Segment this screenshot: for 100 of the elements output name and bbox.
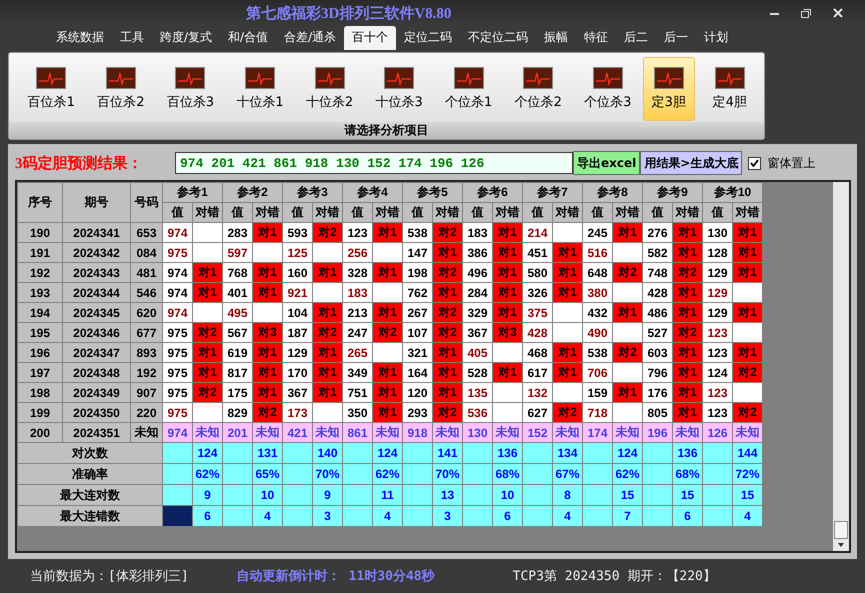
- hit-cell: 对2: [312, 222, 342, 242]
- table-cell: 196: [642, 422, 672, 442]
- table-cell: 136: [672, 442, 702, 464]
- column-header: 对错: [612, 202, 642, 222]
- selected-cell[interactable]: [162, 506, 192, 526]
- table-cell: 68%: [672, 464, 702, 484]
- table-cell: 未知: [130, 422, 162, 442]
- menu-tab[interactable]: 不定位二码: [460, 26, 536, 50]
- table-cell: 648: [582, 262, 612, 282]
- ribbon-button[interactable]: 十位杀1: [226, 57, 294, 121]
- ribbon-button[interactable]: 十位杀3: [364, 57, 434, 121]
- table-cell: 9: [192, 484, 222, 506]
- ribbon-button[interactable]: 百位杀1: [17, 57, 86, 121]
- table-cell: 2024347: [62, 342, 130, 362]
- hit-cell: 对1: [732, 302, 762, 322]
- export-button[interactable]: 导出excel: [573, 151, 640, 175]
- menu-tab[interactable]: 系统数据: [48, 26, 112, 50]
- table-cell: 67%: [552, 464, 582, 484]
- scrollbar-thumb[interactable]: [834, 521, 848, 539]
- menu-tab[interactable]: 跨度/复式: [152, 26, 220, 50]
- ribbon-button[interactable]: 百位杀3: [156, 57, 225, 121]
- checkbox[interactable]: [748, 156, 762, 170]
- hit-cell: 对1: [732, 242, 762, 262]
- table-cell: 468: [522, 342, 552, 362]
- table-cell: 193: [18, 282, 62, 302]
- table-cell: 481: [130, 262, 162, 282]
- menu-tab[interactable]: 百十个: [344, 26, 396, 50]
- ribbon-button[interactable]: 百位杀2: [86, 57, 156, 121]
- table-cell: 72%: [732, 464, 762, 484]
- hit-cell: 对1: [492, 302, 522, 322]
- menu-tab[interactable]: 合差/通杀: [276, 26, 344, 50]
- ribbon-button[interactable]: 个位杀2: [504, 57, 572, 121]
- table-cell: 817: [222, 362, 252, 382]
- table-cell: 329: [462, 302, 492, 322]
- column-header: 值: [642, 202, 672, 222]
- table-cell: 084: [130, 242, 162, 262]
- table-cell: 974: [162, 422, 192, 442]
- column-header: 参考9: [642, 182, 702, 202]
- ribbon-button[interactable]: 个位杀1: [434, 57, 503, 121]
- menu-tab[interactable]: 后二: [616, 26, 656, 50]
- table-cell: 975: [162, 382, 192, 402]
- menu-tab[interactable]: 定位二码: [396, 26, 460, 50]
- hit-cell: 对2: [432, 402, 462, 422]
- hit-cell: 对1: [732, 222, 762, 242]
- ribbon-button[interactable]: 十位杀2: [295, 57, 364, 121]
- table-cell: 546: [130, 282, 162, 302]
- hit-cell: 对1: [432, 382, 462, 402]
- hit-cell: 对1: [672, 222, 702, 242]
- table-cell: 350: [342, 402, 372, 422]
- column-header: 对错: [492, 202, 522, 222]
- table-cell: 975: [162, 342, 192, 362]
- ribbon-button[interactable]: 个位杀3: [574, 57, 642, 121]
- restore-icon[interactable]: [801, 8, 811, 18]
- table-cell: 15: [732, 484, 762, 506]
- hit-cell: 对2: [432, 262, 462, 282]
- table-cell: 175: [222, 382, 252, 402]
- menu-tab[interactable]: 计划: [696, 26, 736, 50]
- ribbon-button[interactable]: 定3胆: [643, 57, 694, 121]
- scrollbar[interactable]: [833, 182, 849, 551]
- scroll-down-icon[interactable]: [837, 541, 845, 549]
- table-cell: 538: [582, 342, 612, 362]
- hit-cell: 对1: [312, 382, 342, 402]
- table-cell: 796: [642, 362, 672, 382]
- window-title: 第七感福彩3D排列三软件V8.80: [246, 4, 452, 22]
- pulse-chart-icon: [36, 67, 66, 89]
- hit-cell: 对2: [372, 322, 402, 342]
- hit-cell: 对1: [192, 262, 222, 282]
- close-icon[interactable]: [833, 8, 843, 18]
- result-field[interactable]: 974 201 421 861 918 130 152 174 196 126: [175, 152, 573, 174]
- hit-cell: 对1: [252, 382, 282, 402]
- menu-tab[interactable]: 振幅: [536, 26, 576, 50]
- hit-cell: 对1: [372, 382, 402, 402]
- table-cell: 762: [402, 282, 432, 302]
- result-label: 3码定胆预测结果：: [15, 154, 144, 172]
- hit-cell: 对1: [312, 362, 342, 382]
- menu-tab[interactable]: 特征: [576, 26, 616, 50]
- table-cell: 283: [222, 222, 252, 242]
- column-header: 值: [342, 202, 372, 222]
- menu-tab[interactable]: 后一: [656, 26, 696, 50]
- table-cell: 293: [402, 402, 432, 422]
- column-header: 参考4: [342, 182, 402, 202]
- hit-cell: 对2: [252, 402, 282, 422]
- menu-tab[interactable]: 和/合值: [220, 26, 276, 50]
- table-cell: 496: [462, 262, 492, 282]
- table-cell: 6: [492, 506, 522, 526]
- hit-cell: 对1: [492, 242, 522, 262]
- ribbon-button[interactable]: 定4胆: [696, 57, 764, 121]
- hit-cell: 对1: [672, 242, 702, 262]
- table-cell: 975: [162, 402, 192, 422]
- hit-cell: 对1: [492, 282, 522, 302]
- minimize-icon[interactable]: [770, 12, 779, 14]
- table-cell: 15: [672, 484, 702, 506]
- table-cell: 619: [222, 342, 252, 362]
- generate-button[interactable]: 用结果>生成大底: [640, 151, 742, 175]
- column-header: 对错: [192, 202, 222, 222]
- menu-tab[interactable]: 工具: [112, 26, 152, 50]
- table-cell: 386: [462, 242, 492, 262]
- column-header: 值: [702, 202, 732, 222]
- table-cell: 197: [18, 362, 62, 382]
- table-cell: 125: [282, 242, 312, 262]
